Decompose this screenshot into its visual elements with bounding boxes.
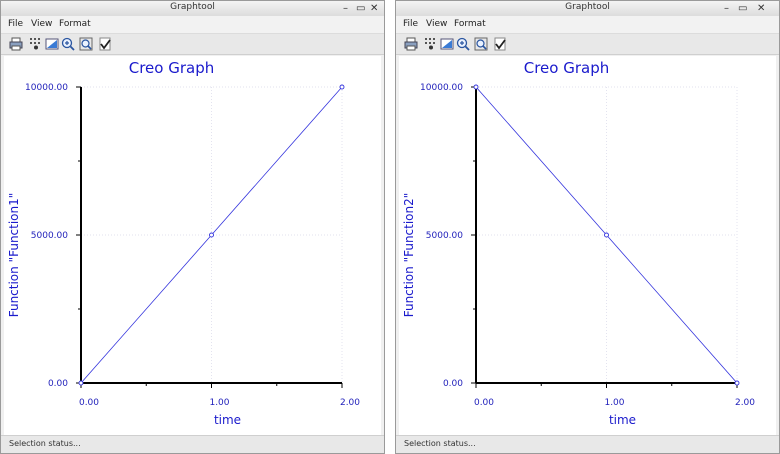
zoom-in-icon[interactable] — [456, 37, 470, 51]
fill-icon[interactable] — [440, 37, 454, 51]
y-tick-label: 10000.00 — [420, 83, 463, 93]
x-tick-label: 2.00 — [340, 398, 360, 408]
x-tick-label: 1.00 — [604, 398, 624, 408]
y-axis-label: Function "Function1" — [7, 193, 21, 318]
minimize-icon[interactable]: – — [343, 1, 348, 16]
menu-format[interactable]: Format — [454, 19, 486, 29]
window-title: Graphtool — [565, 2, 610, 12]
minimize-icon[interactable]: – — [724, 1, 729, 16]
line-chart: Creo Graph 0.00 5000.00 10000.00 0.00 1.00 2.0… — [402, 59, 755, 427]
maximize-icon[interactable]: ▭ — [738, 1, 747, 16]
window-title: Graphtool — [170, 2, 215, 12]
data-point — [604, 232, 609, 238]
status-text: Selection status... — [9, 439, 81, 448]
chart-title: Creo Graph — [524, 59, 610, 77]
y-tick-label: 0.00 — [443, 379, 463, 389]
toolbar — [1, 34, 384, 55]
print-icon[interactable] — [404, 37, 418, 51]
data-point — [473, 84, 479, 90]
x-axis-label: time — [214, 413, 241, 427]
graphtool-window-2: Graphtool – ▭ ✕ File View Format Creo Gr… — [395, 0, 780, 454]
line-chart: Creo Graph 0.00 5000.00 10000.00 0.00 1.00 2.0… — [7, 59, 360, 427]
grid-toggle-icon[interactable] — [29, 37, 43, 51]
zoom-fit-icon[interactable] — [79, 37, 93, 51]
grid-toggle-icon[interactable] — [424, 37, 438, 51]
x-tick-label: 0.00 — [474, 398, 494, 408]
print-icon[interactable] — [9, 37, 23, 51]
menu-bar: File View Format — [396, 16, 779, 34]
menu-format[interactable]: Format — [59, 19, 91, 29]
menu-view[interactable]: View — [426, 19, 447, 29]
toolbar — [396, 34, 779, 55]
x-tick-label: 1.00 — [209, 398, 229, 408]
zoom-fit-icon[interactable] — [474, 37, 488, 51]
status-text: Selection status... — [404, 439, 476, 448]
title-bar[interactable]: Graphtool – ▭ ✕ — [396, 1, 779, 17]
y-tick-label: 5000.00 — [426, 231, 463, 241]
x-axis-label: time — [609, 413, 636, 427]
menu-view[interactable]: View — [31, 19, 52, 29]
data-point — [209, 232, 214, 238]
confirm-check-icon[interactable] — [98, 37, 112, 51]
x-tick-label: 0.00 — [79, 398, 99, 408]
y-tick-label: 5000.00 — [31, 231, 68, 241]
fill-icon[interactable] — [45, 37, 59, 51]
maximize-icon[interactable]: ▭ — [356, 1, 365, 16]
plot-area[interactable]: Creo Graph 0.00 5000.00 10000.00 0.00 1.00 2.0… — [4, 56, 381, 435]
graphtool-window-1: Graphtool – ▭ ✕ File View Format Creo Gr… — [0, 0, 385, 454]
y-axis-label: Function "Function2" — [402, 193, 416, 318]
chart-title: Creo Graph — [129, 59, 215, 77]
y-tick-label: 10000.00 — [25, 83, 68, 93]
zoom-in-icon[interactable] — [61, 37, 75, 51]
close-icon[interactable]: ✕ — [757, 1, 765, 16]
menu-file[interactable]: File — [8, 19, 23, 29]
close-icon[interactable]: ✕ — [370, 1, 378, 16]
data-point — [734, 380, 740, 386]
title-bar[interactable]: Graphtool – ▭ ✕ — [1, 1, 384, 17]
data-point — [339, 84, 345, 90]
status-bar: Selection status... — [1, 435, 384, 453]
y-tick-label: 0.00 — [48, 379, 68, 389]
menu-file[interactable]: File — [403, 19, 418, 29]
x-tick-label: 2.00 — [735, 398, 755, 408]
data-point — [78, 380, 84, 386]
plot-area[interactable]: Creo Graph 0.00 5000.00 10000.00 0.00 1.00 2.0… — [399, 56, 776, 435]
confirm-check-icon[interactable] — [493, 37, 507, 51]
status-bar: Selection status... — [396, 435, 779, 453]
menu-bar: File View Format — [1, 16, 384, 34]
